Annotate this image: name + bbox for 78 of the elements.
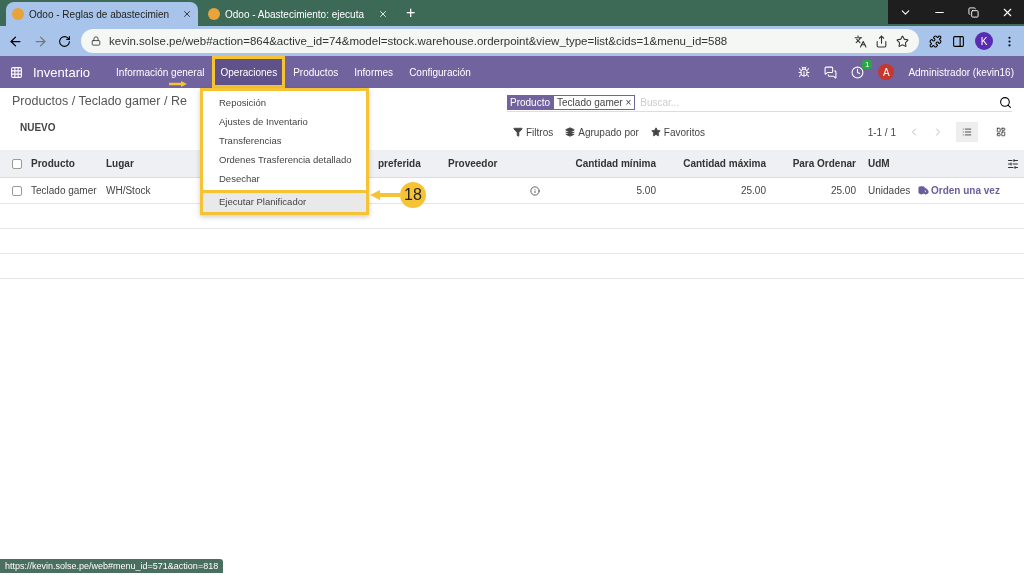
nav-menu-item[interactable]: Configuración: [401, 56, 479, 88]
kanban-icon: [996, 126, 1006, 138]
new-button[interactable]: NUEVO: [12, 120, 187, 135]
dropdown-item[interactable]: Transferencias: [203, 132, 366, 151]
table-cell-text: 5.00: [635, 185, 657, 196]
search-icon[interactable]: [999, 96, 1012, 109]
restore-icon[interactable]: [967, 6, 979, 18]
truck-icon: [918, 185, 929, 196]
filter-button[interactable]: Favoritos: [650, 126, 705, 138]
nav-menu-item[interactable]: Productos: [285, 56, 347, 88]
nav-menu-item[interactable]: Información general: [108, 56, 213, 88]
facet-field: Producto: [507, 95, 554, 110]
translate-icon[interactable]: [854, 34, 867, 48]
order-once-button[interactable]: Orden una vez: [912, 185, 1007, 196]
profile-avatar[interactable]: K: [975, 32, 993, 50]
clock-icon[interactable]: [851, 65, 865, 79]
favicon-icon: [208, 8, 220, 20]
star-icon: [650, 127, 661, 137]
reload-icon[interactable]: [58, 34, 71, 48]
checkbox[interactable]: [12, 185, 22, 196]
info-icon[interactable]: [530, 185, 540, 196]
column-header[interactable]: Cantidad máxima: [662, 158, 772, 169]
arrow-icon: [370, 190, 400, 200]
new-tab-button[interactable]: +: [398, 4, 424, 22]
lock-icon: [91, 36, 101, 46]
app-name[interactable]: Inventario: [33, 64, 91, 80]
chat-icon[interactable]: [824, 65, 838, 79]
back-icon[interactable]: [8, 33, 23, 49]
breadcrumb: Productos / Teclado gamer / Re: [12, 94, 187, 108]
facet-value: Teclado gamer ×: [553, 95, 636, 110]
star-icon[interactable]: [896, 34, 909, 48]
tab-title[interactable]: Odoo - Reglas de abastecimien: [29, 8, 177, 20]
column-header[interactable]: Cantidad mínima: [552, 158, 662, 169]
checkbox[interactable]: [12, 158, 22, 169]
column-header[interactable]: UdM: [862, 158, 912, 169]
pager: 1-1 / 1: [867, 126, 896, 138]
filter-button[interactable]: Agrupado por: [565, 126, 639, 138]
column-header[interactable]: preferida: [372, 158, 442, 169]
side-panel-icon[interactable]: [952, 34, 965, 48]
apps-icon[interactable]: [10, 65, 23, 79]
table-cell-text: Teclado gamer: [30, 185, 98, 196]
close-icon[interactable]: [182, 9, 192, 19]
filter-icon: [513, 127, 523, 137]
share-icon[interactable]: [875, 34, 888, 48]
step-number: 18: [400, 182, 426, 208]
column-header[interactable]: Para Ordenar: [772, 158, 862, 169]
table-cell-text: WH/Stock: [105, 185, 152, 196]
table-cell-text: Unidades: [867, 185, 912, 196]
dropdown-item[interactable]: Ajustes de Inventario: [203, 113, 366, 132]
url-text[interactable]: kevin.solse.pe/web#action=864&active_id=74&model=stock.warehouse.orderpoint&view_type=list&cids=1&menu_id=588: [109, 35, 846, 47]
bug-icon[interactable]: [798, 66, 811, 78]
tab-title[interactable]: Odoo - Abastecimiento: ejecuta: [225, 8, 373, 20]
puzzle-icon[interactable]: [929, 34, 942, 48]
column-header[interactable]: Proveedor: [442, 158, 522, 169]
dropdown-item[interactable]: Reposición: [203, 94, 366, 113]
dropdown-item[interactable]: Ordenes Trasferencia detallado: [203, 151, 366, 170]
status-url: https://kevin.solse.pe/web#menu_id=571&action=818: [0, 559, 224, 573]
favicon-icon: [12, 8, 24, 20]
table-cell-text: 25.00: [829, 185, 857, 196]
dropdown-item[interactable]: Ejecutar Planificador: [203, 193, 366, 212]
browser-tab[interactable]: Odoo - Reglas de abastecimien: [6, 2, 198, 26]
user-name[interactable]: Administrador (kevin16): [908, 66, 1014, 78]
table-cell-text: 25.00: [739, 185, 767, 196]
column-header[interactable]: Lugar: [100, 158, 160, 169]
activity-count: 1: [861, 59, 873, 69]
view-button[interactable]: [956, 122, 978, 142]
column-header[interactable]: Producto: [25, 158, 100, 169]
nav-menu-item[interactable]: Operaciones: [212, 56, 286, 88]
user-avatar[interactable]: A: [878, 64, 895, 80]
nav-menu-item[interactable]: Informes: [346, 56, 402, 88]
column-settings-icon[interactable]: [1007, 157, 1019, 170]
dropdown-item[interactable]: Desechar: [203, 170, 366, 189]
forward-icon[interactable]: [33, 33, 48, 49]
address-field[interactable]: kevin.solse.pe/web#action=864&active_id=74&model=stock.warehouse.orderpoint&view_type=list&cids=1&menu_id=588: [81, 29, 919, 53]
list-icon: [962, 126, 972, 138]
layers-icon: [565, 127, 576, 137]
filter-button[interactable]: Filtros: [513, 126, 554, 138]
browser-tab[interactable]: Odoo - Abastecimiento: ejecuta: [202, 2, 394, 26]
